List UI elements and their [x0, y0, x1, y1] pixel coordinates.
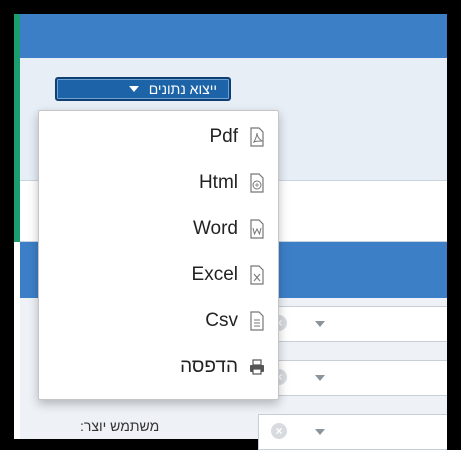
- menu-item-word[interactable]: Word: [193, 209, 266, 249]
- menu-item-label: Word: [192, 218, 238, 239]
- menu-item-label: הדפסה: [180, 356, 238, 377]
- export-data-button[interactable]: ייצוא נתונים: [55, 77, 231, 101]
- printer-icon: [250, 359, 264, 375]
- menu-item-label: Excel: [191, 264, 238, 285]
- menu-item-html[interactable]: Html: [199, 163, 266, 203]
- filter-select-3[interactable]: ×: [258, 414, 447, 450]
- menu-item-pdf[interactable]: Pdf: [209, 117, 266, 157]
- menu-item-excel[interactable]: Excel: [192, 255, 266, 295]
- filter-select-1[interactable]: ×: [258, 306, 447, 342]
- chevron-down-icon[interactable]: [315, 321, 325, 327]
- chevron-down-icon[interactable]: [315, 429, 325, 435]
- html-file-icon: [250, 173, 264, 193]
- export-button-label: ייצוא נתונים: [148, 81, 217, 97]
- created-by-label: משתמש יוצר:: [80, 418, 160, 434]
- excel-file-icon: [250, 265, 264, 285]
- chevron-down-icon[interactable]: [315, 375, 325, 381]
- csv-file-icon: [250, 311, 264, 331]
- menu-item-print[interactable]: הדפסה: [180, 347, 266, 387]
- pdf-file-icon: [250, 127, 264, 147]
- menu-item-label: Html: [198, 172, 238, 193]
- chevron-down-icon: [128, 86, 139, 92]
- header-bar: [20, 14, 447, 58]
- export-menu: Pdf Html Word Excel Csv הדפסה: [38, 110, 279, 400]
- menu-item-label: Csv: [205, 310, 238, 331]
- word-file-icon: [250, 219, 264, 239]
- filter-select-2[interactable]: ×: [258, 360, 447, 396]
- menu-item-label: Pdf: [209, 126, 238, 147]
- clear-icon[interactable]: ×: [271, 423, 287, 439]
- menu-item-csv[interactable]: Csv: [205, 301, 266, 341]
